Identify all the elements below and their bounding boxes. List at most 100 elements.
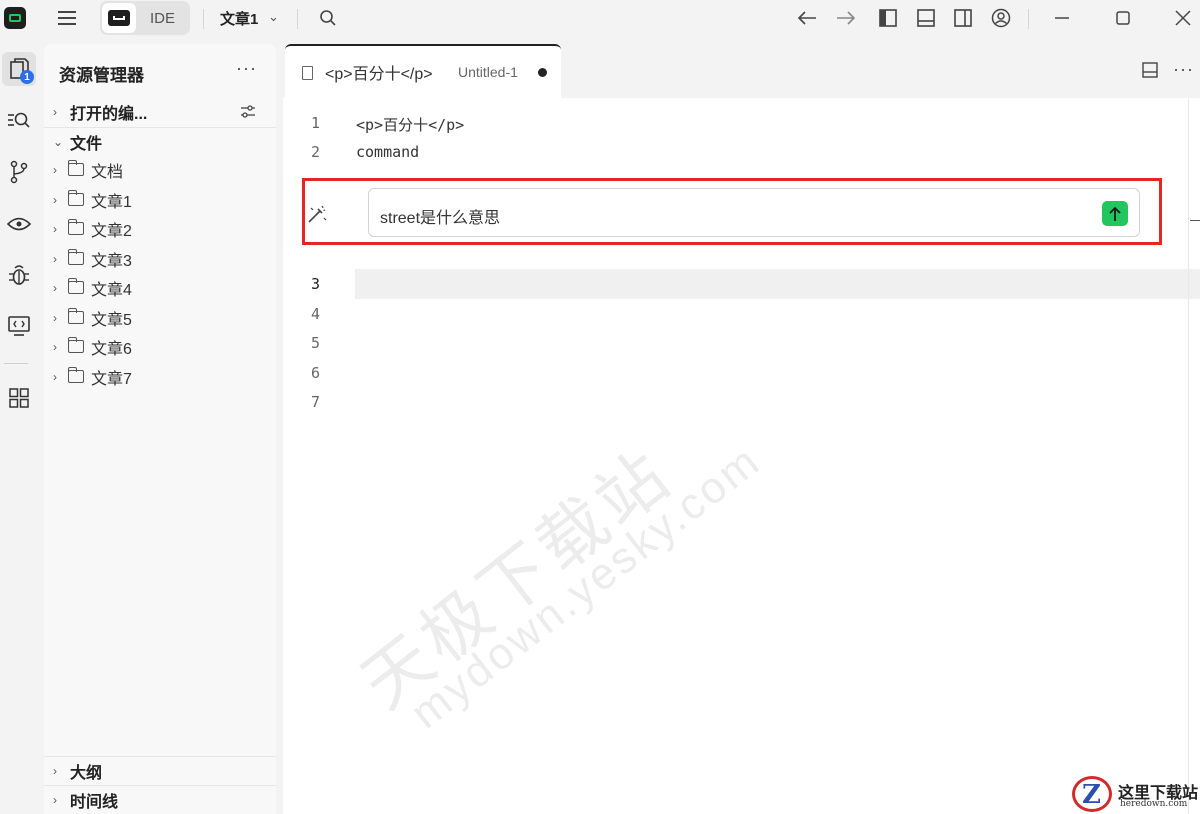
folder-label: 文章5 — [91, 312, 132, 329]
remote-display-icon[interactable] — [2, 309, 36, 343]
activity-bar: 1 — [0, 37, 42, 814]
chevron-right-icon: › — [53, 252, 57, 266]
title-bar: IDE 文章1 ⌄ — [0, 0, 1200, 37]
extensions-grid-icon[interactable] — [2, 381, 36, 415]
line-number: 4 — [311, 305, 321, 323]
folder-label: 文档 — [91, 164, 124, 181]
folder-icon — [68, 190, 84, 206]
explorer-badge: 1 — [20, 70, 34, 84]
editor-area: <p>百分十</p> Untitled-1 ··· 1 <p>百分十</p> 2… — [283, 44, 1200, 814]
toggle-left-panel-icon[interactable] — [877, 7, 899, 29]
section-label: 大纲 — [70, 765, 103, 782]
debug-icon[interactable] — [2, 258, 36, 292]
sidebar-title: 资源管理器 — [59, 66, 144, 85]
send-button[interactable] — [1102, 201, 1128, 226]
divider — [297, 9, 298, 29]
chevron-right-icon: › — [53, 764, 57, 778]
maximize-icon[interactable] — [1112, 7, 1134, 29]
app-logo-icon[interactable] — [4, 7, 26, 29]
folder-label: 文章6 — [91, 341, 132, 358]
chevron-right-icon: › — [53, 105, 57, 119]
line-number: 3 — [311, 275, 321, 293]
more-actions-icon[interactable]: ··· — [236, 58, 257, 79]
folder-item[interactable]: › 文章2 — [44, 216, 276, 242]
folder-icon — [68, 337, 84, 353]
folder-label: 文章1 — [91, 194, 132, 211]
divider — [1028, 9, 1029, 29]
search-icon[interactable] — [317, 7, 339, 29]
project-name[interactable]: 文章1 — [220, 8, 258, 29]
code-line[interactable]: <p>百分十</p> — [356, 114, 464, 135]
chevron-right-icon: › — [53, 193, 57, 207]
divider — [44, 127, 276, 128]
divider — [4, 363, 28, 364]
more-actions-icon[interactable]: ··· — [1173, 59, 1194, 80]
section-label: 文件 — [70, 136, 103, 153]
chevron-down-icon[interactable]: ⌄ — [268, 9, 279, 25]
account-icon[interactable] — [990, 7, 1012, 29]
minimize-icon[interactable] — [1051, 7, 1073, 29]
folder-item[interactable]: › 文章5 — [44, 305, 276, 331]
section-label: 打开的编... — [70, 106, 148, 123]
section-files[interactable]: ⌄ 文件 — [44, 129, 276, 155]
line-number: 6 — [311, 364, 321, 382]
current-line-highlight — [355, 269, 1200, 299]
folder-icon — [68, 160, 84, 176]
chevron-right-icon: › — [53, 340, 57, 354]
folder-item[interactable]: › 文章6 — [44, 334, 276, 360]
arrow-left-icon[interactable] — [796, 7, 818, 29]
menu-icon[interactable] — [58, 9, 76, 27]
toggle-right-panel-icon[interactable] — [952, 7, 974, 29]
folder-item[interactable]: › 文章1 — [44, 187, 276, 213]
folder-icon — [68, 367, 84, 383]
folder-label: 文章3 — [91, 253, 132, 270]
tab-bar: <p>百分十</p> Untitled-1 ··· — [283, 44, 1200, 98]
scrollbar-cursor-mark — [1190, 220, 1200, 221]
line-number: 5 — [311, 334, 321, 352]
section-outline[interactable]: › 大纲 — [44, 758, 276, 784]
arrow-right-icon[interactable] — [835, 7, 857, 29]
source-control-icon[interactable] — [2, 155, 36, 189]
folder-icon — [68, 278, 84, 294]
preview-eye-icon[interactable] — [2, 207, 36, 241]
tab-title: <p>百分十</p> — [325, 66, 433, 83]
solo-mode-icon[interactable] — [102, 3, 136, 33]
toggle-bottom-panel-icon[interactable] — [915, 7, 937, 29]
line-number: 1 — [311, 114, 321, 132]
folder-item[interactable]: › 文章4 — [44, 275, 276, 301]
logo-letter: Z — [1082, 780, 1101, 810]
folder-label: 文章4 — [91, 282, 132, 299]
divider — [44, 785, 276, 786]
mode-switch[interactable]: IDE — [100, 1, 190, 35]
search-files-icon[interactable] — [2, 103, 36, 137]
ai-prompt-input[interactable]: street是什么意思 — [368, 188, 1140, 237]
explorer-icon[interactable]: 1 — [2, 52, 36, 86]
chevron-right-icon: › — [53, 370, 57, 384]
section-timeline[interactable]: › 时间线 — [44, 787, 276, 813]
folder-item[interactable]: › 文章3 — [44, 246, 276, 272]
chevron-right-icon: › — [53, 222, 57, 236]
chevron-down-icon: ⌄ — [53, 135, 64, 149]
section-label: 时间线 — [70, 794, 119, 811]
filter-settings-icon[interactable] — [240, 104, 256, 120]
unsaved-dot-icon[interactable] — [538, 68, 547, 77]
scrollbar-track[interactable] — [1188, 98, 1189, 814]
magic-wand-icon — [307, 204, 327, 224]
ide-mode-label[interactable]: IDE — [150, 10, 175, 27]
tab-subtitle: Untitled-1 — [458, 64, 518, 80]
site-logo: Z 这里下载站 heredown.com — [1068, 774, 1200, 814]
editor-tab[interactable]: <p>百分十</p> Untitled-1 — [285, 44, 561, 98]
line-number: 7 — [311, 393, 321, 411]
folder-item[interactable]: › 文章7 — [44, 364, 276, 390]
split-editor-icon[interactable] — [1142, 62, 1158, 83]
folder-item[interactable]: › 文档 — [44, 157, 276, 183]
folder-label: 文章7 — [91, 371, 132, 388]
arrow-up-icon — [1109, 206, 1121, 221]
folder-icon — [68, 219, 84, 235]
divider — [44, 756, 276, 757]
code-line[interactable]: command — [356, 143, 419, 161]
file-icon — [302, 66, 313, 80]
folder-icon — [68, 249, 84, 265]
logo-domain: heredown.com — [1120, 799, 1188, 809]
close-icon[interactable] — [1172, 7, 1194, 29]
